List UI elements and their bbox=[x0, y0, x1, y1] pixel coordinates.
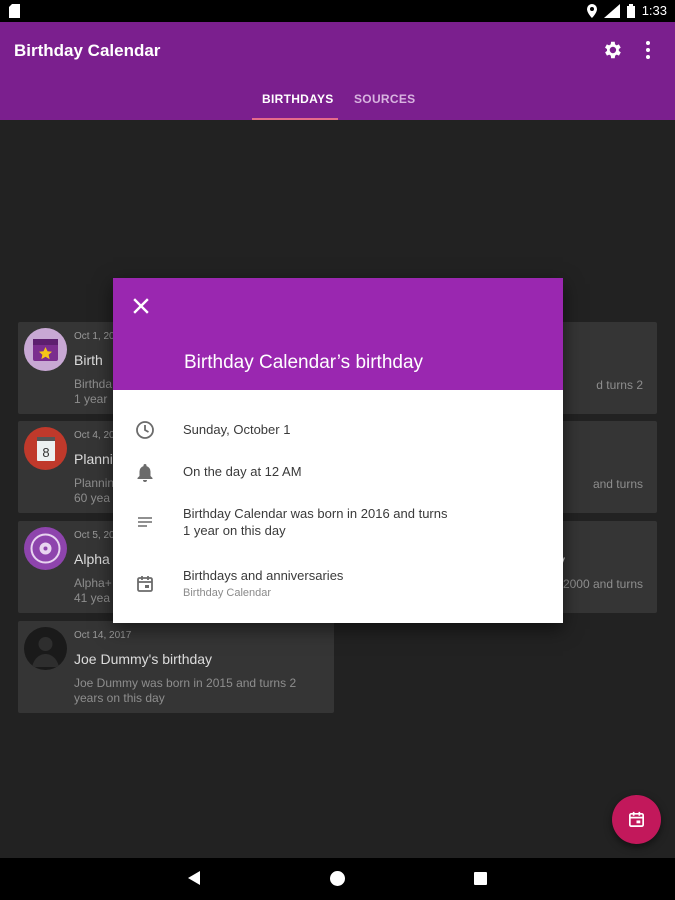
close-icon[interactable] bbox=[131, 296, 151, 316]
dialog-title: Birthday Calendar’s birthday bbox=[184, 352, 424, 373]
calendar-account: Birthday Calendar bbox=[183, 587, 272, 599]
recents-icon[interactable] bbox=[474, 872, 487, 885]
calendar-icon bbox=[137, 576, 153, 592]
home-icon[interactable] bbox=[330, 871, 345, 886]
disc-icon bbox=[24, 527, 67, 570]
calendar-icon bbox=[628, 811, 645, 828]
event-details-dialog: Birthday Calendar’s birthday Sunday, Oct… bbox=[113, 278, 563, 623]
card-description: and turns bbox=[592, 477, 643, 491]
clock-icon bbox=[136, 421, 154, 439]
navigation-bar bbox=[0, 858, 675, 900]
card-name: Alpha bbox=[74, 551, 110, 567]
more-options-icon[interactable] bbox=[641, 39, 655, 61]
signal-icon bbox=[603, 3, 620, 18]
sd-card-icon bbox=[9, 4, 20, 23]
card-name: Birth bbox=[74, 352, 103, 368]
calendar-name: Birthdays and anniversaries bbox=[183, 568, 344, 583]
card-description: d turns 2 bbox=[596, 378, 643, 392]
card-name: Planni bbox=[74, 451, 113, 467]
svg-text:8: 8 bbox=[42, 445, 49, 460]
add-event-fab[interactable] bbox=[612, 795, 661, 844]
event-reminder: On the day at 12 AM bbox=[183, 464, 302, 479]
card-name: Joe Dummy's birthday bbox=[74, 651, 213, 667]
birthday-card[interactable]: Oct 14, 2017 Joe Dummy's birthday Joe Du… bbox=[18, 621, 334, 713]
card-date: Oct 4, 20 bbox=[74, 430, 115, 441]
status-time: 1:33 bbox=[641, 3, 667, 18]
app-title: Birthday Calendar bbox=[14, 41, 161, 60]
person-photo-icon bbox=[24, 627, 67, 670]
dialog-header: Birthday Calendar’s birthday bbox=[113, 278, 563, 390]
status-bar: 1:33 bbox=[0, 0, 675, 22]
settings-gear-icon[interactable] bbox=[601, 39, 623, 61]
calendar-star-icon bbox=[24, 328, 67, 371]
card-date: Oct 5, 20 bbox=[74, 530, 115, 541]
app-bar: Birthday Calendar BIRTHDAYS SOURCES bbox=[0, 22, 675, 120]
notes-icon bbox=[138, 517, 152, 527]
card-description: 2000 and turns bbox=[562, 577, 643, 591]
event-description: Birthday Calendar was born in 2016 and t… bbox=[183, 506, 448, 538]
flip-calendar-icon: 8 bbox=[24, 427, 67, 470]
event-date: Sunday, October 1 bbox=[183, 422, 291, 437]
card-date: Oct 1, 20 bbox=[74, 331, 115, 342]
tab-sources[interactable]: SOURCES bbox=[354, 92, 415, 106]
back-icon[interactable] bbox=[186, 870, 202, 886]
card-description: Joe Dummy was born in 2015 and turns 2 y… bbox=[74, 676, 297, 705]
battery-icon bbox=[626, 3, 635, 18]
tab-birthdays[interactable]: BIRTHDAYS bbox=[262, 92, 334, 106]
bell-icon bbox=[137, 464, 153, 482]
card-date: Oct 14, 2017 bbox=[74, 630, 132, 641]
location-icon bbox=[586, 3, 597, 18]
